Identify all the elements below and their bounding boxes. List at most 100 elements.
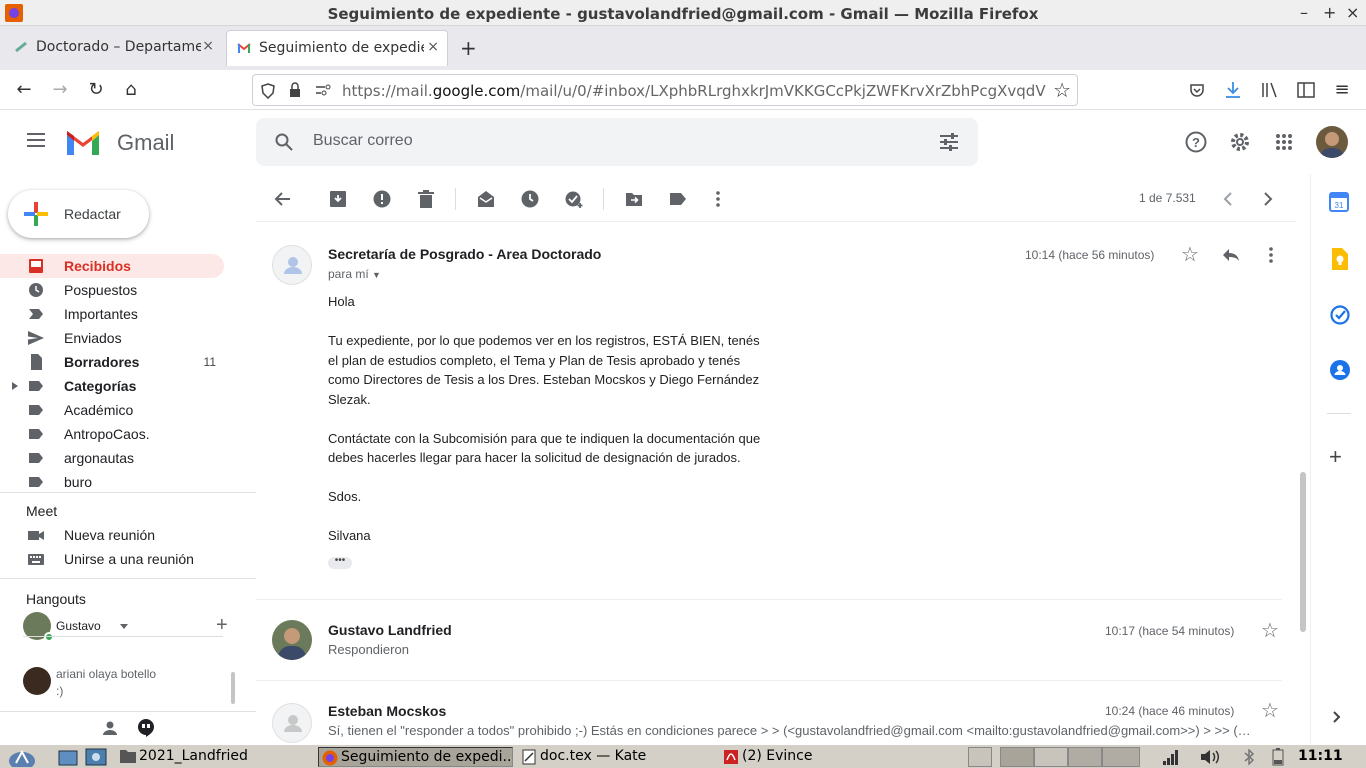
minimize-icon[interactable]: – <box>1300 3 1308 22</box>
pocket-icon[interactable] <box>1189 82 1205 98</box>
hangouts-scrollbar[interactable] <box>231 672 235 704</box>
network-signal-icon[interactable] <box>1162 749 1180 765</box>
tab-doctorado[interactable]: Doctorado – Departamen × <box>4 30 222 66</box>
new-tab-icon[interactable]: + <box>460 36 477 60</box>
menu-icon[interactable]: ≡ <box>1330 78 1354 102</box>
message-collapsed[interactable]: Esteban Mocskos Sí, tienen el "responder… <box>256 681 1282 744</box>
message-sender[interactable]: Esteban Mocskos <box>328 703 446 719</box>
labels-icon[interactable] <box>669 190 687 208</box>
settings-gear-icon[interactable] <box>1229 131 1251 153</box>
workspace-4[interactable] <box>1068 747 1102 767</box>
person-icon[interactable] <box>103 721 117 735</box>
clock[interactable]: 11:11 <box>1298 748 1343 764</box>
taskbar-item-evince[interactable]: (2) Evince <box>720 747 918 767</box>
workspace-5[interactable] <box>1102 747 1140 767</box>
contacts-icon[interactable] <box>1330 360 1350 380</box>
show-trimmed-content-button[interactable]: ••• <box>328 556 352 569</box>
search-icon[interactable] <box>275 133 293 151</box>
taskbar-item-firefox[interactable]: Seguimiento de expedi... <box>318 747 513 767</box>
start-menu-icon[interactable] <box>8 747 36 767</box>
calendar-icon[interactable]: 31 <box>1329 192 1349 212</box>
tasks-icon[interactable] <box>1330 305 1350 325</box>
recipient-dropdown-icon[interactable]: ▼ <box>372 270 381 280</box>
close-tab-icon[interactable]: × <box>202 38 214 54</box>
file-manager-launcher-icon[interactable] <box>58 748 78 766</box>
downloads-icon[interactable] <box>1225 81 1241 99</box>
main-menu-icon[interactable] <box>26 132 46 148</box>
star-icon[interactable]: ☆ <box>1261 698 1279 723</box>
message-recipient[interactable]: para mí ▼ <box>328 267 381 281</box>
expand-arrow-icon[interactable] <box>12 382 18 390</box>
sidebar-item-argonautas[interactable]: argonautas <box>0 446 224 470</box>
close-tab-icon[interactable]: × <box>427 39 439 55</box>
forward-icon[interactable]: → <box>48 78 72 102</box>
close-window-icon[interactable]: × <box>1346 3 1359 22</box>
search-input[interactable]: Buscar correo <box>313 132 413 150</box>
sidebar-item-buro[interactable]: buro <box>0 470 224 494</box>
meet-join[interactable]: Unirse a una reunión <box>0 547 224 571</box>
search-options-icon[interactable] <box>939 133 959 151</box>
mark-unread-icon[interactable] <box>477 190 495 208</box>
more-options-icon[interactable] <box>709 190 727 208</box>
apps-grid-icon[interactable] <box>1275 133 1293 151</box>
snooze-clock-icon[interactable] <box>521 190 539 208</box>
back-to-inbox-icon[interactable] <box>273 190 291 208</box>
sidebar-toggle-icon[interactable] <box>1297 82 1315 98</box>
back-icon[interactable]: ← <box>12 78 36 102</box>
battery-icon[interactable] <box>1272 748 1284 766</box>
workspace-2[interactable] <box>1000 747 1034 767</box>
sidebar-item-pospuestos[interactable]: Pospuestos <box>0 278 224 302</box>
gmail-wordmark[interactable]: Gmail <box>117 130 174 156</box>
message-collapsed[interactable]: Gustavo Landfried Respondieron 10:17 (ha… <box>256 600 1282 681</box>
account-avatar[interactable] <box>1316 126 1348 158</box>
tab-seguimiento[interactable]: Seguimiento de expedien × <box>226 30 448 66</box>
add-to-tasks-icon[interactable] <box>565 190 583 208</box>
workspace-3[interactable] <box>1034 747 1068 767</box>
message-sender[interactable]: Gustavo Landfried <box>328 622 452 638</box>
url-bar[interactable]: https://mail.google.com/mail/u/0/#inbox/… <box>252 74 1078 106</box>
maximize-icon[interactable]: + <box>1323 3 1336 22</box>
gmail-logo-icon[interactable] <box>65 129 101 157</box>
newer-chevron-icon[interactable] <box>1223 192 1233 206</box>
message-sender[interactable]: Secretaría de Posgrado - Area Doctorado <box>328 246 601 262</box>
hangouts-contact[interactable]: ariani olaya botello :) <box>0 664 236 700</box>
sidebar-item-antropocaos[interactable]: AntropoCaos. <box>0 422 224 446</box>
reply-icon[interactable] <box>1222 248 1240 262</box>
bookmark-star-icon[interactable]: ☆ <box>1053 78 1071 102</box>
volume-icon[interactable] <box>1200 749 1222 765</box>
add-contact-icon[interactable]: + <box>216 614 228 637</box>
archive-icon[interactable] <box>329 190 347 208</box>
message-more-icon[interactable] <box>1262 246 1280 264</box>
taskbar-item-kate[interactable]: doc.tex — Kate <box>518 747 716 767</box>
sidebar-item-academico[interactable]: Académico <box>0 398 224 422</box>
compose-button[interactable]: Redactar <box>8 190 149 238</box>
reload-icon[interactable]: ↻ <box>84 78 108 102</box>
permissions-icon[interactable] <box>315 84 331 96</box>
expand-panel-chevron-icon[interactable] <box>1333 711 1341 723</box>
library-icon[interactable] <box>1261 82 1279 98</box>
sidebar-item-enviados[interactable]: Enviados <box>0 326 224 350</box>
network-launcher-icon[interactable] <box>85 748 107 766</box>
meet-new-meeting[interactable]: Nueva reunión <box>0 523 224 547</box>
workspace-1[interactable] <box>968 747 992 767</box>
older-chevron-icon[interactable] <box>1263 192 1273 206</box>
help-icon[interactable]: ? <box>1185 131 1207 153</box>
report-spam-icon[interactable] <box>373 190 391 208</box>
taskbar-item-folder[interactable]: 2021_Landfried <box>117 747 314 767</box>
sidebar-item-categorias[interactable]: Categorías <box>0 374 224 398</box>
dropdown-arrow-icon[interactable] <box>120 624 128 629</box>
sidebar-item-recibidos[interactable]: Recibidos <box>0 254 224 278</box>
sidebar-item-importantes[interactable]: Importantes <box>0 302 224 326</box>
get-addons-plus-icon[interactable]: + <box>1329 444 1342 470</box>
home-icon[interactable]: ⌂ <box>119 78 143 102</box>
bluetooth-icon[interactable] <box>1243 749 1255 765</box>
search-bar[interactable]: Buscar correo <box>256 118 978 166</box>
move-to-icon[interactable] <box>625 190 643 208</box>
star-icon[interactable]: ☆ <box>1181 242 1199 267</box>
keep-icon[interactable] <box>1330 248 1348 270</box>
hangouts-chat-icon[interactable] <box>138 719 154 737</box>
delete-trash-icon[interactable] <box>417 190 435 208</box>
sidebar-item-borradores[interactable]: Borradores 11 <box>0 350 224 374</box>
content-scrollbar[interactable] <box>1300 472 1306 632</box>
star-icon[interactable]: ☆ <box>1261 618 1279 643</box>
